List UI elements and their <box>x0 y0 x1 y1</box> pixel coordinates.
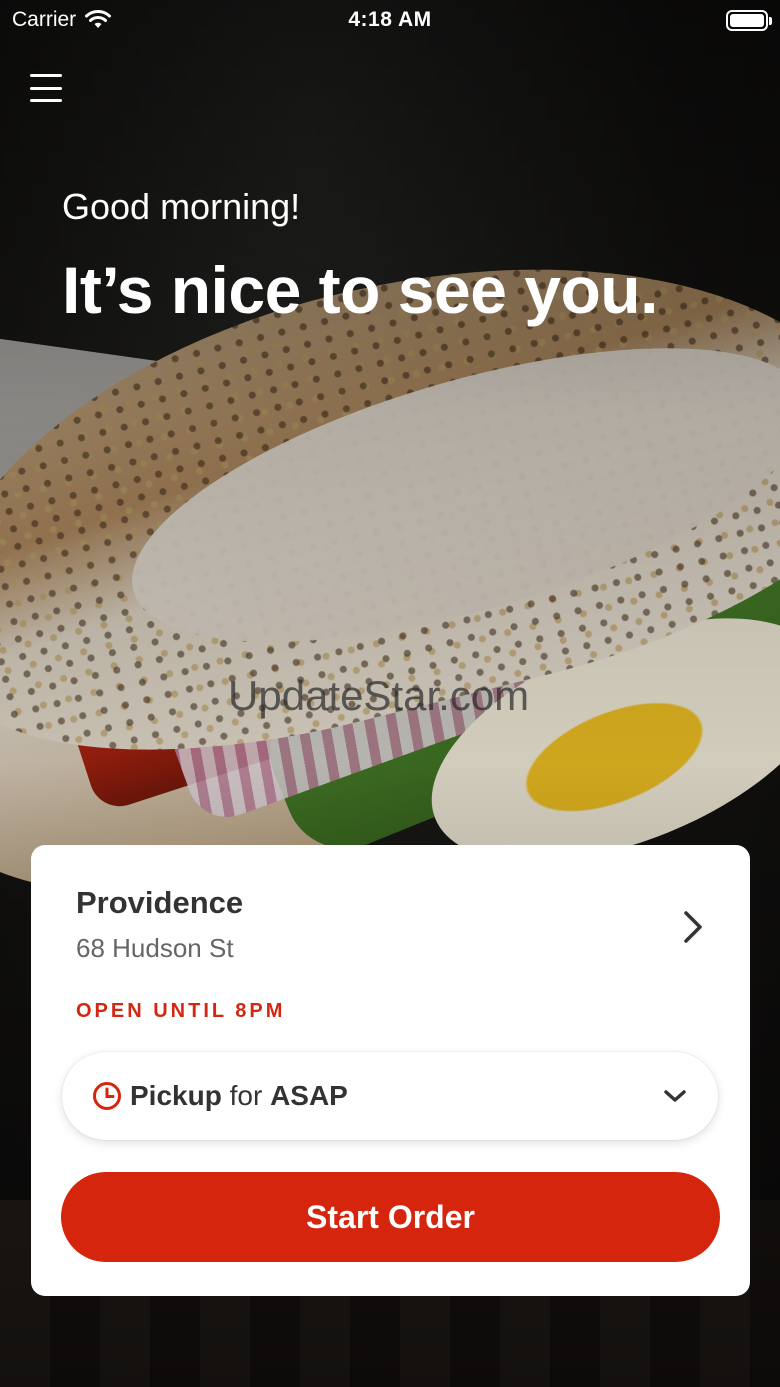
start-order-button[interactable]: Start Order <box>61 1172 720 1262</box>
watermark-text: UpdateStar.com <box>228 672 530 719</box>
headline-text: It’s nice to see you. <box>62 253 658 327</box>
store-hours: OPEN UNTIL 8PM <box>76 1000 286 1022</box>
battery-icon <box>726 9 772 31</box>
clock-time: 4:18 AM <box>348 8 432 31</box>
store-selector[interactable]: Providence 68 Hudson St <box>76 885 710 964</box>
hamburger-menu-icon[interactable] <box>30 74 62 102</box>
chevron-down-icon[interactable] <box>662 1086 688 1106</box>
store-card: Providence 68 Hudson St OPEN UNTIL 8PM P… <box>31 845 750 1296</box>
store-name: Providence <box>76 885 244 920</box>
status-bar: Carrier 4:18 AM <box>0 0 780 40</box>
order-mode-text: Pickup for ASAP <box>130 1080 348 1112</box>
order-mode-connector: for <box>229 1080 263 1111</box>
chevron-right-icon[interactable] <box>676 907 710 947</box>
store-address: 68 Hudson St <box>76 933 234 963</box>
order-mode-label: Pickup <box>130 1080 222 1111</box>
clock-icon <box>93 1082 121 1110</box>
greeting-text: Good morning! <box>62 186 301 227</box>
order-mode-dropdown[interactable]: Pickup for ASAP <box>62 1052 718 1140</box>
order-time-label: ASAP <box>270 1080 348 1111</box>
